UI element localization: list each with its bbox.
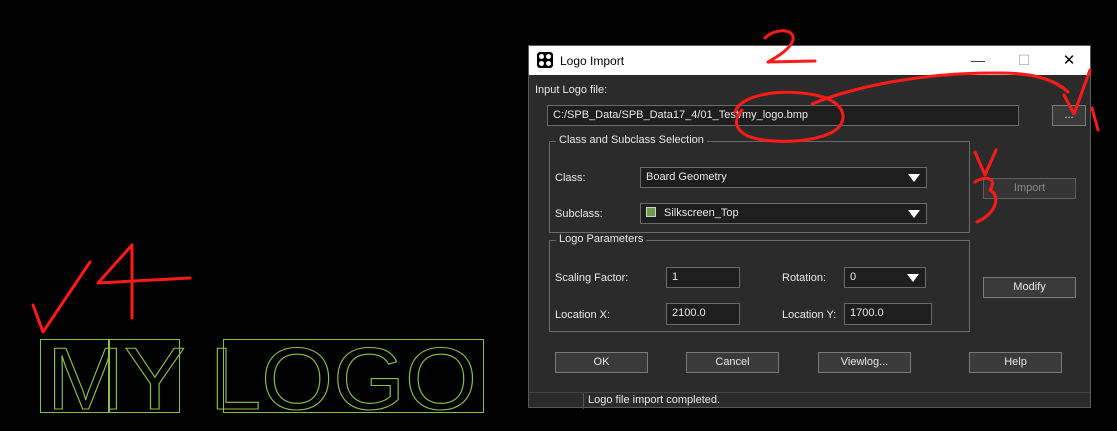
annotation-check-4 (31, 260, 92, 334)
class-label: Class: (555, 172, 586, 184)
subclass-select[interactable]: Silkscreen_Top (640, 203, 927, 224)
dialog-title: Logo Import (560, 54, 625, 68)
status-bar: Logo file import completed. (529, 392, 1090, 409)
status-bar-divider (583, 393, 584, 409)
subclass-color-swatch (646, 207, 656, 217)
viewlog-button[interactable]: Viewlog... (818, 352, 911, 373)
chevron-down-icon (907, 274, 919, 282)
location-x-input[interactable]: 2100.0 (666, 303, 740, 325)
logo-parameters-group-title: Logo Parameters (556, 233, 647, 245)
logo-outline-text: MY LOGO (47, 339, 477, 413)
annotation-digit-1 (1090, 106, 1100, 132)
subclass-label: Subclass: (555, 208, 603, 220)
app-icon (537, 52, 553, 68)
annotation-digit-4 (96, 243, 192, 320)
location-x-label: Location X: (555, 309, 611, 321)
cancel-button[interactable]: Cancel (686, 352, 779, 373)
chevron-down-icon (908, 174, 920, 182)
ok-button[interactable]: OK (555, 352, 648, 373)
input-logo-file-field[interactable]: C:/SPB_Data/SPB_Data17_4/01_Test/my_logo… (547, 105, 1019, 126)
class-subclass-group-title: Class and Subclass Selection (556, 134, 707, 146)
scaling-factor-input[interactable]: 1 (666, 267, 740, 288)
rotation-label: Rotation: (782, 272, 827, 284)
class-subclass-group: Class and Subclass Selection Class: Boar… (549, 134, 970, 233)
input-logo-file-label: Input Logo file: (535, 84, 608, 96)
subclass-select-value: Silkscreen_Top (664, 207, 739, 219)
help-button[interactable]: Help (969, 352, 1062, 373)
location-y-label: Location Y: (782, 309, 837, 321)
import-button[interactable]: Import (983, 178, 1076, 199)
title-bar[interactable]: Logo Import — ☐ ✕ (529, 46, 1090, 75)
minimize-icon[interactable]: — (955, 46, 1001, 75)
class-select-value: Board Geometry (646, 171, 727, 183)
status-text: Logo file import completed. (588, 394, 721, 406)
canvas-logo-preview: MY LOGO (40, 339, 484, 413)
scaling-factor-label: Scaling Factor: (555, 272, 629, 284)
maximize-icon[interactable]: ☐ (1001, 46, 1047, 75)
browse-button[interactable]: ... (1052, 105, 1086, 126)
chevron-down-icon (908, 210, 920, 218)
class-select[interactable]: Board Geometry (640, 167, 927, 188)
close-icon[interactable]: ✕ (1046, 46, 1092, 75)
modify-button[interactable]: Modify (983, 277, 1076, 298)
rotation-select[interactable]: 0 (844, 267, 926, 288)
rotation-select-value: 0 (850, 271, 857, 283)
logo-import-dialog: Logo Import — ☐ ✕ Input Logo file: C:/SP… (528, 45, 1091, 409)
location-y-input[interactable]: 1700.0 (844, 303, 932, 325)
logo-parameters-group: Logo Parameters Scaling Factor: 1 Rotati… (549, 233, 970, 332)
